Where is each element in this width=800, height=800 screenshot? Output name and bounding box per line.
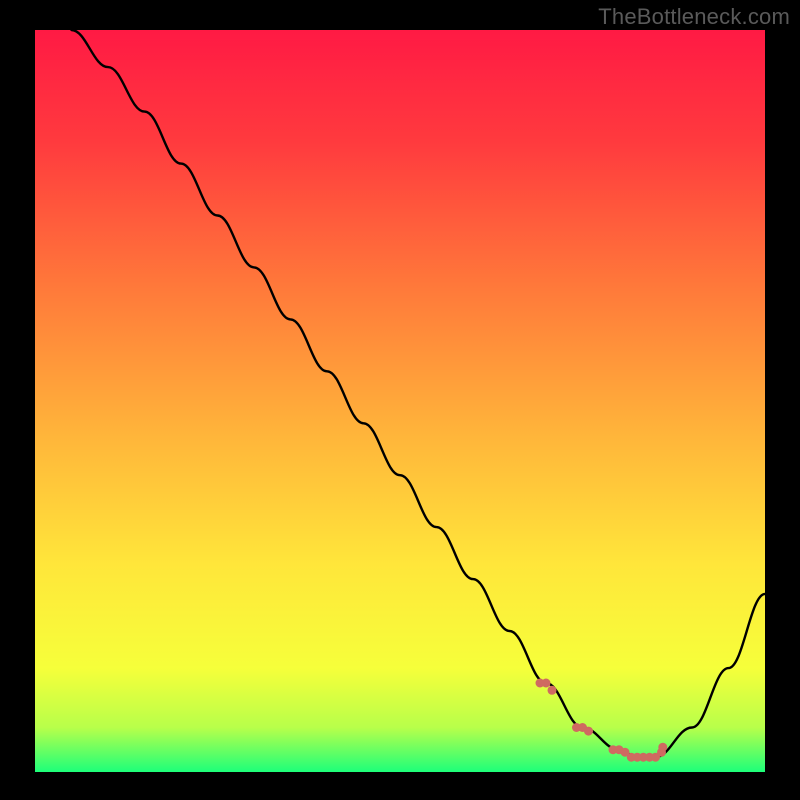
plot-area [35,30,765,772]
chart-svg [35,30,765,772]
chart-frame: TheBottleneck.com [0,0,800,800]
optimal-dot [548,686,557,695]
optimal-dot [658,743,667,752]
gradient-background [35,30,765,772]
watermark-text: TheBottleneck.com [598,4,790,30]
optimal-dot [584,727,593,736]
optimal-dot [542,679,551,688]
